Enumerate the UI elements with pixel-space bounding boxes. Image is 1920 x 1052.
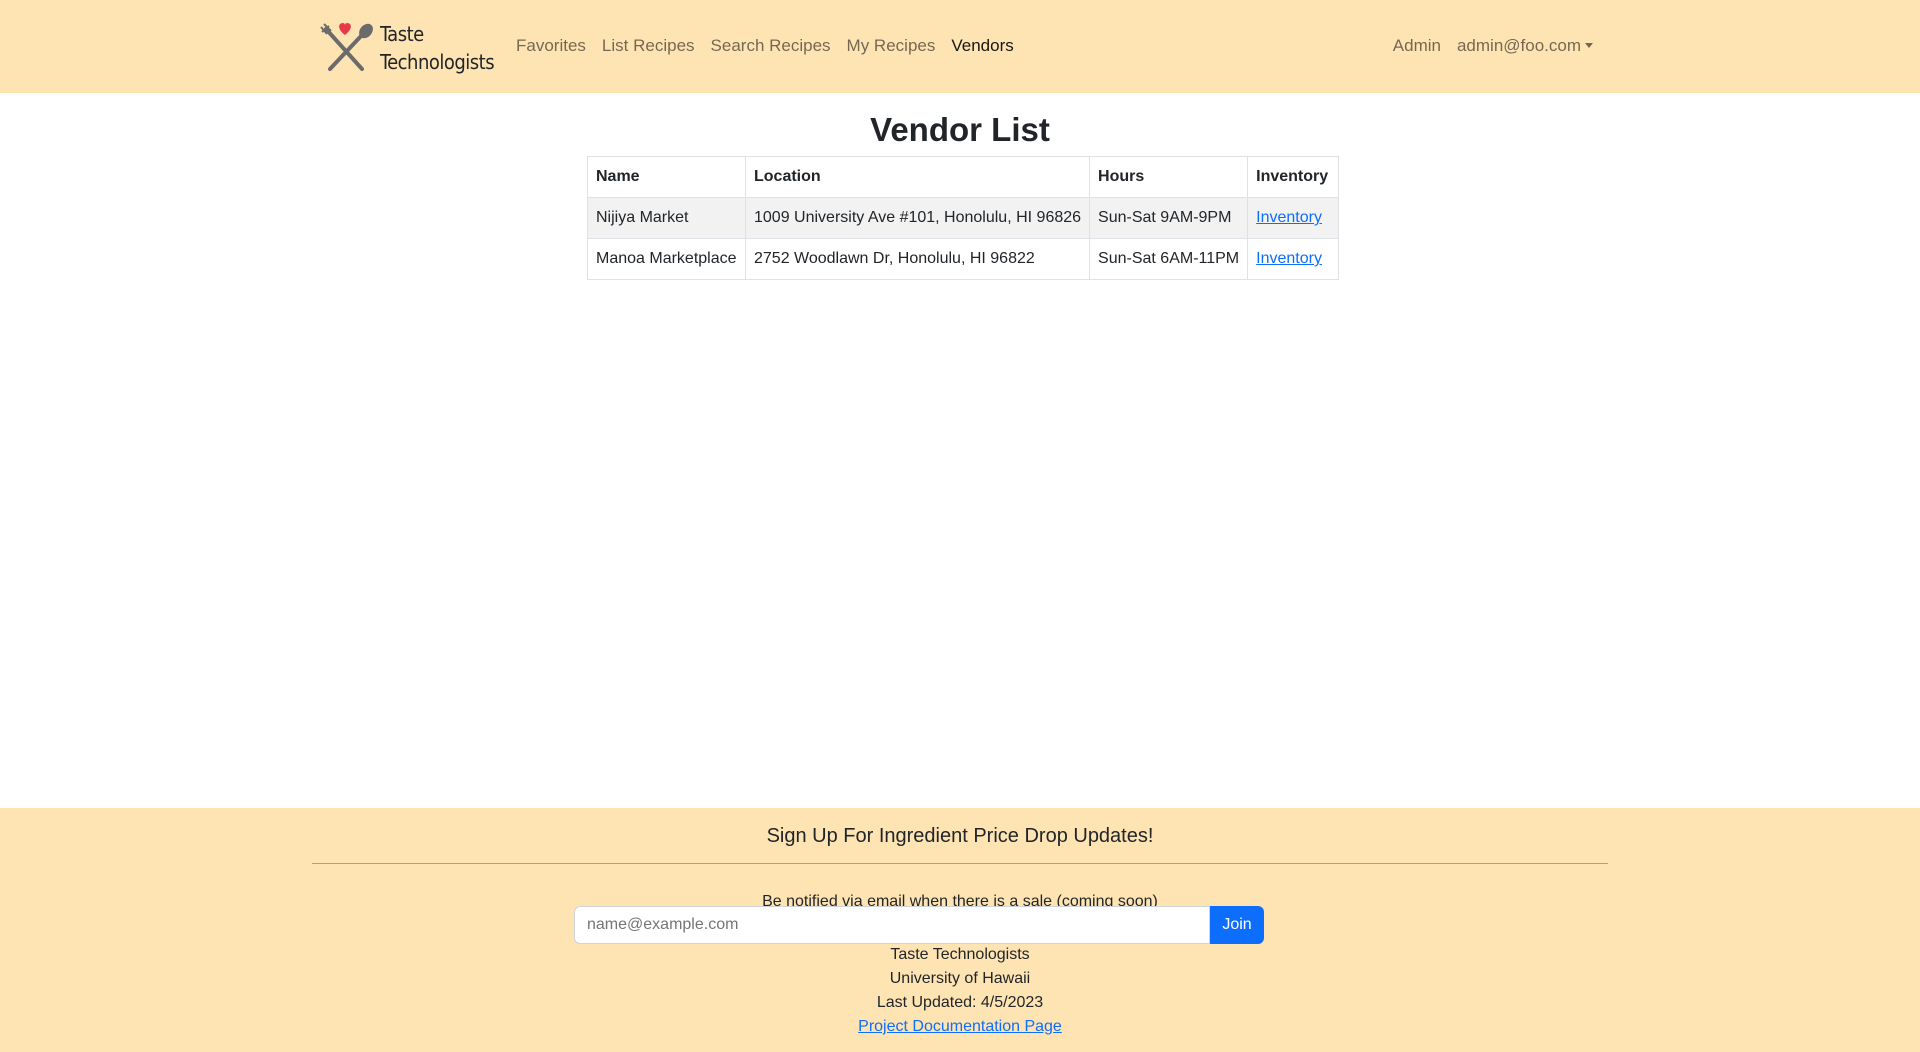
vendor-name: Manoa Marketplace xyxy=(587,238,746,280)
docs-link-line: Project Documentation Page xyxy=(0,1016,1920,1038)
brand-home-link[interactable]: Taste Technologists xyxy=(318,18,495,78)
vendor-hours: Sun-Sat 6AM-11PM xyxy=(1089,238,1249,280)
table-row: Manoa Marketplace 2752 Woodlawn Dr, Hono… xyxy=(587,238,1340,280)
last-updated: Last Updated: 4/5/2023 xyxy=(876,994,1044,1011)
footer-divider xyxy=(312,863,1608,864)
signup-heading: Sign Up For Ingredient Price Drop Update… xyxy=(766,825,1154,847)
column-header-location: Location xyxy=(744,156,1091,198)
email-input[interactable] xyxy=(574,906,1210,944)
nav-admin[interactable]: Admin xyxy=(1385,34,1449,58)
crossed-fork-spoon-heart-icon xyxy=(320,23,373,71)
nav-my-recipes[interactable]: My Recipes xyxy=(839,34,944,58)
vendor-hours: Sun-Sat 9AM-9PM xyxy=(1089,197,1249,239)
inventory-link[interactable]: Inventory xyxy=(1256,250,1322,267)
vendor-inventory-cell: Inventory xyxy=(1247,197,1340,239)
vendor-name: Nijiya Market xyxy=(587,197,746,239)
vendor-table: Name Location Hours Inventory Nijiya Mar… xyxy=(587,156,1340,280)
main-nav: Favorites List Recipes Search Recipes My… xyxy=(508,34,1022,58)
top-navbar: Taste Technologists Favorites List Recip… xyxy=(0,0,1920,93)
column-header-hours: Hours xyxy=(1089,156,1249,198)
brand-line-2: Technologists xyxy=(380,50,495,74)
nav-vendors[interactable]: Vendors xyxy=(943,34,1021,58)
table-row: Nijiya Market 1009 University Ave #101, … xyxy=(587,197,1340,239)
join-button[interactable]: Join xyxy=(1210,906,1264,944)
caret-down-icon xyxy=(1585,43,1593,48)
nav-list-recipes[interactable]: List Recipes xyxy=(594,34,703,58)
project-docs-link[interactable]: Project Documentation Page xyxy=(858,1018,1062,1035)
vendor-location: 2752 Woodlawn Dr, Honolulu, HI 96822 xyxy=(744,238,1091,280)
column-header-name: Name xyxy=(587,156,746,198)
brand-line-1: Taste xyxy=(380,22,424,46)
user-email: admin@foo.com xyxy=(1456,36,1581,55)
vendor-location: 1009 University Ave #101, Honolulu, HI 9… xyxy=(744,197,1091,239)
nav-search-recipes[interactable]: Search Recipes xyxy=(703,34,839,58)
user-menu-dropdown[interactable]: admin@foo.com xyxy=(1449,34,1601,58)
subscribe-form: Join xyxy=(574,906,1264,944)
column-header-inventory: Inventory xyxy=(1247,156,1340,198)
inventory-link[interactable]: Inventory xyxy=(1256,209,1322,226)
nav-favorites[interactable]: Favorites xyxy=(508,34,594,58)
table-header-row: Name Location Hours Inventory xyxy=(587,156,1340,198)
org-name: Taste Technologists xyxy=(890,946,1030,963)
user-nav: Admin admin@foo.com xyxy=(1385,34,1601,58)
page-title: Vendor List xyxy=(870,111,1050,148)
university-name: University of Hawaii xyxy=(889,970,1031,987)
vendor-inventory-cell: Inventory xyxy=(1247,238,1340,280)
brand-name: Taste Technologists xyxy=(380,20,495,76)
